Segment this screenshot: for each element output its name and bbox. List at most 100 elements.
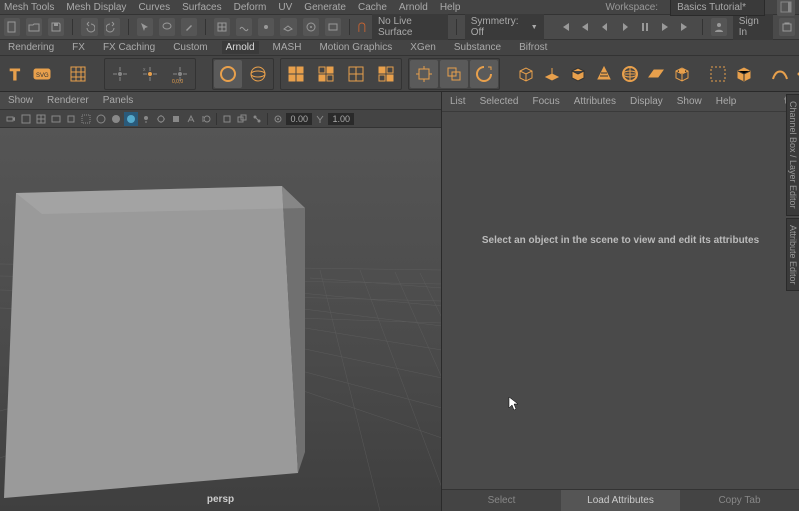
- shelf-arnold[interactable]: Arnold: [222, 41, 259, 54]
- attr-menu-show[interactable]: Show: [677, 96, 702, 107]
- menu-help[interactable]: Help: [440, 2, 461, 13]
- attr-menu-attributes[interactable]: Attributes: [574, 96, 616, 107]
- shelf-custom[interactable]: Custom: [169, 41, 211, 54]
- sidetab-attribute-editor[interactable]: Attribute Editor: [786, 218, 799, 292]
- viewport-canvas[interactable]: persp: [0, 128, 441, 511]
- shaded-cube-icon[interactable]: [734, 60, 754, 88]
- new-scene-icon[interactable]: [4, 18, 20, 36]
- symmetry-dropdown[interactable]: Symmetry: Off ▼: [465, 14, 544, 40]
- shelf-motiongraphics[interactable]: Motion Graphics: [315, 41, 396, 54]
- undo-icon[interactable]: [81, 18, 97, 36]
- snap-curve-icon[interactable]: [236, 18, 252, 36]
- play-back-icon[interactable]: [596, 18, 614, 36]
- shelf-fx[interactable]: FX: [68, 41, 89, 54]
- vp-iso-icon[interactable]: [220, 112, 234, 126]
- pause-icon[interactable]: [636, 18, 654, 36]
- marketplace-icon[interactable]: [779, 18, 795, 36]
- vp-light-icon[interactable]: [139, 112, 153, 126]
- shelf-xgen[interactable]: XGen: [406, 41, 440, 54]
- select-button[interactable]: Select: [442, 490, 561, 511]
- attr-menu-selected[interactable]: Selected: [480, 96, 519, 107]
- menu-surfaces[interactable]: Surfaces: [182, 2, 221, 13]
- vp-motion-icon[interactable]: [199, 112, 213, 126]
- load-attributes-button[interactable]: Load Attributes: [561, 490, 680, 511]
- pivot-origin-icon[interactable]: 0,0,0: [166, 60, 194, 88]
- vp-grid-icon[interactable]: [34, 112, 48, 126]
- menu-mesh-display[interactable]: Mesh Display: [66, 2, 126, 13]
- vp-menu-renderer[interactable]: Renderer: [47, 95, 89, 106]
- poly-disc-icon[interactable]: [672, 60, 692, 88]
- grid-3-icon[interactable]: [342, 60, 370, 88]
- menu-arnold[interactable]: Arnold: [399, 2, 428, 13]
- poly-torus-icon[interactable]: [620, 60, 640, 88]
- snap-view-icon[interactable]: [325, 18, 341, 36]
- transform-2-icon[interactable]: [440, 60, 468, 88]
- grid-2-icon[interactable]: [312, 60, 340, 88]
- shelf-fxcaching[interactable]: FX Caching: [99, 41, 159, 54]
- attr-menu-focus[interactable]: Focus: [532, 96, 559, 107]
- svg-tool-icon[interactable]: SVG: [32, 60, 52, 88]
- shelf-substance[interactable]: Substance: [450, 41, 505, 54]
- paint-select-icon[interactable]: [181, 18, 197, 36]
- grid-tool-icon[interactable]: [68, 60, 88, 88]
- vp-tex-icon[interactable]: [124, 112, 138, 126]
- vp-wire-icon[interactable]: [109, 112, 123, 126]
- vp-aa-icon[interactable]: [184, 112, 198, 126]
- vp-gamma-icon[interactable]: [313, 112, 327, 126]
- vp-joint-icon[interactable]: [250, 112, 264, 126]
- vp-gamma-value[interactable]: 1.00: [328, 113, 354, 125]
- menu-uv[interactable]: UV: [278, 2, 292, 13]
- poly-cone-icon[interactable]: [594, 60, 614, 88]
- poly-plane-icon[interactable]: [646, 60, 666, 88]
- poly-sphere-icon[interactable]: [542, 60, 562, 88]
- vp-shadow-icon[interactable]: [154, 112, 168, 126]
- sidetab-channel-box[interactable]: Channel Box / Layer Editor: [786, 94, 799, 216]
- snap-grid-icon[interactable]: [214, 18, 230, 36]
- account-icon[interactable]: [711, 18, 727, 36]
- go-end-icon[interactable]: [676, 18, 694, 36]
- grid-1-icon[interactable]: [282, 60, 310, 88]
- workspace-selector[interactable]: Basics Tutorial*: [670, 0, 765, 16]
- menu-mesh-tools[interactable]: Mesh Tools: [4, 2, 54, 13]
- magnet-icon[interactable]: ⋂: [358, 22, 366, 33]
- sphere-sel-icon[interactable]: [214, 60, 242, 88]
- vp-menu-show[interactable]: Show: [8, 95, 33, 106]
- lasso-icon[interactable]: [159, 18, 175, 36]
- pivot-local-icon[interactable]: x: [136, 60, 164, 88]
- redo-icon[interactable]: [104, 18, 120, 36]
- menu-deform[interactable]: Deform: [234, 2, 267, 13]
- vp-exposure-value[interactable]: 0.00: [286, 113, 312, 125]
- vp-film-icon[interactable]: [49, 112, 63, 126]
- vp-ao-icon[interactable]: [169, 112, 183, 126]
- bbox-icon[interactable]: [708, 60, 728, 88]
- curve-1-icon[interactable]: [770, 60, 790, 88]
- shelf-rendering[interactable]: Rendering: [4, 41, 58, 54]
- vp-expose-icon[interactable]: [271, 112, 285, 126]
- snap-plane-icon[interactable]: [280, 18, 296, 36]
- shelf-mash[interactable]: MASH: [269, 41, 306, 54]
- menu-generate[interactable]: Generate: [304, 2, 346, 13]
- menu-cache[interactable]: Cache: [358, 2, 387, 13]
- grid-4-icon[interactable]: [372, 60, 400, 88]
- sign-in-button[interactable]: Sign In: [733, 14, 773, 40]
- transform-1-icon[interactable]: [410, 60, 438, 88]
- vp-xray-icon[interactable]: [235, 112, 249, 126]
- step-fwd-icon[interactable]: [656, 18, 674, 36]
- snap-point-icon[interactable]: [258, 18, 274, 36]
- select-mode-icon[interactable]: [137, 18, 153, 36]
- play-icon[interactable]: [616, 18, 634, 36]
- no-live-surface[interactable]: No Live Surface: [372, 14, 448, 40]
- open-scene-icon[interactable]: [26, 18, 42, 36]
- sidebar-toggle-icon[interactable]: [777, 0, 795, 16]
- vp-gate-icon[interactable]: [64, 112, 78, 126]
- pivot-world-icon[interactable]: [106, 60, 134, 88]
- poly-cylinder-icon[interactable]: [568, 60, 588, 88]
- vp-cam-icon[interactable]: [4, 112, 18, 126]
- vp-shade-icon[interactable]: [94, 112, 108, 126]
- poly-cube-icon[interactable]: [516, 60, 536, 88]
- shelf-bifrost[interactable]: Bifrost: [515, 41, 551, 54]
- step-back-icon[interactable]: [576, 18, 594, 36]
- transform-3-icon[interactable]: [470, 60, 498, 88]
- go-start-icon[interactable]: [556, 18, 574, 36]
- vp-menu-panels[interactable]: Panels: [103, 95, 134, 106]
